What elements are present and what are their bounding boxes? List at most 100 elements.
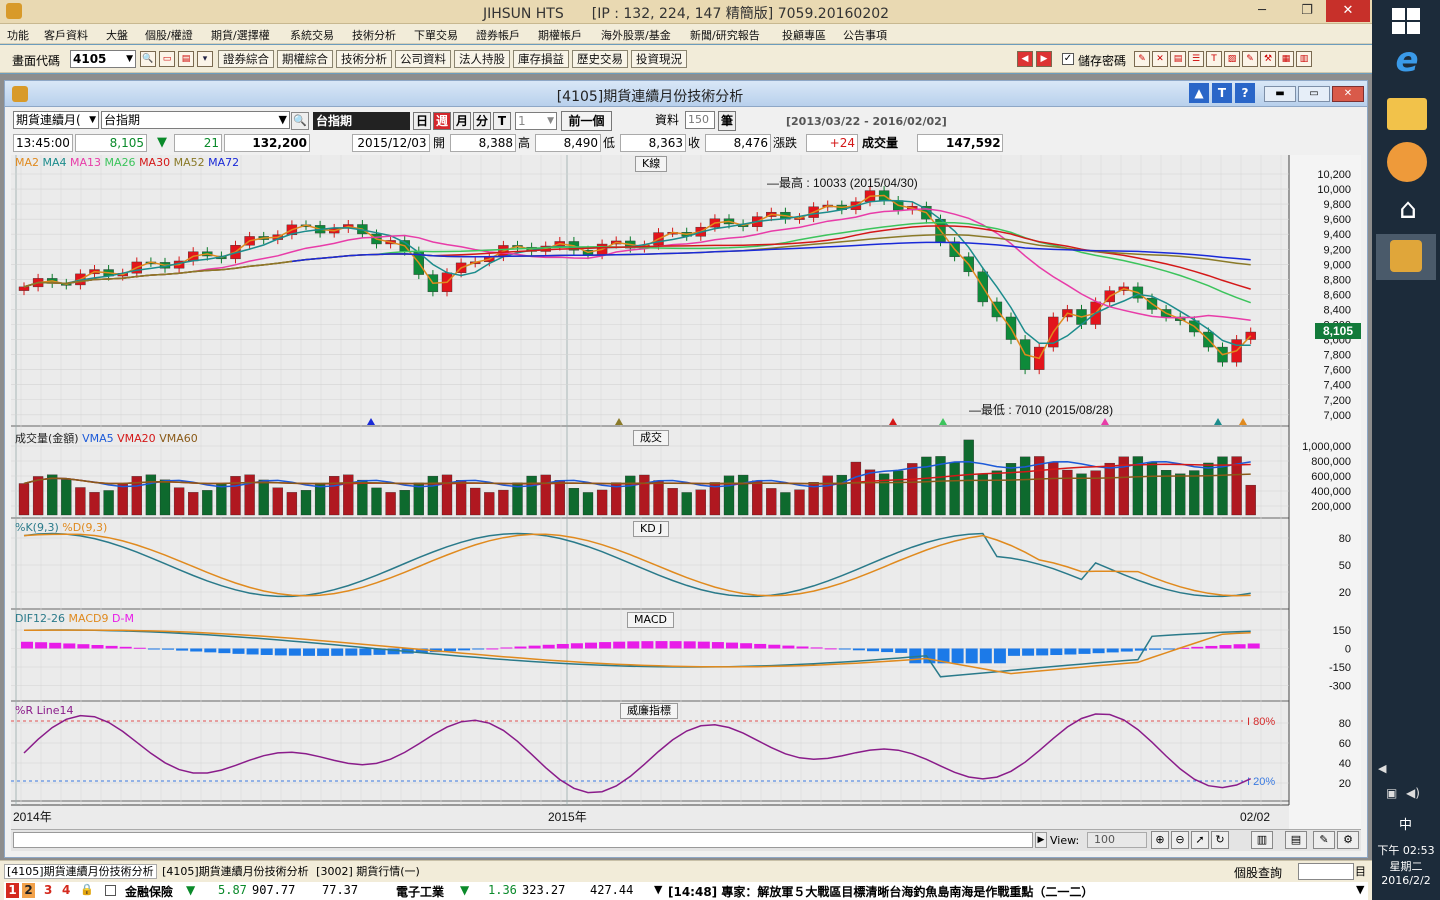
menu-item[interactable]: 功能 [7,27,29,43]
view-value-input[interactable]: 100 [1087,832,1147,848]
period-week-button[interactable]: 週 [433,112,451,130]
window-tab[interactable]: [4105]期貨連續月份技術分析 [160,865,311,878]
back-icon[interactable]: ◀ [1017,51,1033,67]
chart-scrollbar[interactable] [13,832,1033,848]
pen-icon[interactable]: ✎ [1134,51,1150,67]
layout-icon[interactable]: ▤ [1285,831,1307,849]
menu-item[interactable]: 期貨/選擇權 [211,27,270,43]
tech-chart[interactable]: 10,200 10,000 9,800 9,600 9,400 9,200 9,000 8,8… [11,155,1361,829]
period-day-button[interactable]: 日 [413,112,431,130]
menu-item[interactable]: 公告事項 [843,27,887,43]
ticker-checkbox[interactable] [105,885,116,896]
inventory-pnl-button[interactable]: 庫存損益 [513,50,569,68]
period-tick-button[interactable]: T [493,112,511,130]
close-button[interactable]: ✕ [1326,0,1370,22]
clock-time[interactable]: 下午 02:53 [1372,842,1440,858]
data-count-input[interactable]: 150 [685,111,715,129]
dropdown-icon[interactable]: ▾ [197,51,213,67]
cancel-icon[interactable]: ✕ [1152,51,1168,67]
help-icon[interactable]: ? [1235,83,1255,103]
refresh-icon[interactable]: ↻ [1211,831,1229,849]
restore-button[interactable]: ❐ [1285,0,1329,22]
page-num[interactable]: 4 [62,883,70,897]
data-unit-button[interactable]: 筆 [718,111,736,131]
ie-icon[interactable]: e [1382,40,1432,86]
menu-item[interactable]: 技術分析 [352,27,396,43]
prev-button[interactable]: 前一個 [561,111,612,131]
child-restore-button[interactable]: ▭ [1298,86,1330,102]
history-trades-button[interactable]: 歷史交易 [572,50,628,68]
menu-item[interactable]: 期權帳戶 [538,27,582,43]
news-dropdown-icon[interactable]: ▼ [1356,883,1364,896]
page-num[interactable]: 1 [6,883,19,898]
chart-type-icon[interactable]: ▥ [1251,831,1273,849]
edit-icon[interactable]: ✎ [1242,51,1258,67]
folder-icon[interactable] [1387,98,1427,130]
menu-item[interactable]: 個股/權證 [145,27,193,43]
period-value-select[interactable]: 1 ▼ [515,112,557,130]
product-input[interactable]: 台指期 ▼ [101,111,290,129]
screen-code-input[interactable]: 4105 ▼ [70,50,136,68]
cursor-icon[interactable]: ➚ [1191,831,1209,849]
zoom-out-icon[interactable]: ⊖ [1171,831,1189,849]
page-num[interactable]: 3 [44,883,52,897]
institutional-holdings-button[interactable]: 法人持股 [454,50,510,68]
product-type-select[interactable]: 期貨連續月(▼ [13,111,99,129]
windows-start-icon[interactable] [1392,8,1422,34]
period-minute-button[interactable]: 分 [473,112,491,130]
tools-icon[interactable]: ⚒ [1260,51,1276,67]
up-arrow-icon[interactable]: ▲ [1189,83,1209,103]
tray-arrow-icon[interactable]: ◀ [1378,762,1386,775]
list-icon[interactable]: ☰ [1188,51,1204,67]
scroll-right-icon[interactable]: ▶ [1035,832,1047,848]
ticker-dropdown-icon[interactable]: ▼ [654,883,662,896]
period-month-button[interactable]: 月 [453,112,471,130]
news-headline[interactable]: [14:48] 專家：解放軍５大戰區目標清晰台海釣魚島南海是作戰重點（二一二） [668,883,1093,900]
child-close-button[interactable]: ✕ [1332,86,1364,102]
stock-query-button[interactable]: 目 [1355,863,1369,880]
minimize-button[interactable]: ─ [1240,0,1284,22]
search-icon[interactable]: 🔍 [140,51,156,67]
lock-icon[interactable]: 🔒 [80,883,94,896]
settings-gear-icon[interactable]: ⚙ [1337,831,1359,849]
page-num[interactable]: 2 [22,883,35,898]
macd-bar [1247,643,1260,649]
image-icon[interactable]: ▨ [1224,51,1240,67]
tech-analysis-button[interactable]: 技術分析 [336,50,392,68]
paint-icon[interactable] [1387,142,1427,182]
menu-item[interactable]: 投顧專區 [782,27,826,43]
text-icon[interactable]: T [1206,51,1222,67]
window-tab[interactable]: [3002] 期貨行情(一) [314,865,422,878]
network-icon[interactable]: ▣ [1386,786,1397,800]
menu-item[interactable]: 證券帳戶 [476,27,520,43]
forward-icon[interactable]: ▶ [1036,51,1052,67]
investment-status-button[interactable]: 投資現況 [631,50,687,68]
company-info-button[interactable]: 公司資料 [395,50,451,68]
ime-indicator[interactable]: 中 [1399,814,1412,833]
home-icon[interactable]: ⌂ [1390,195,1426,223]
product-search-icon[interactable]: 🔍 [291,112,309,130]
menu-item[interactable]: 新聞/研究報告 [690,27,760,43]
volume-icon[interactable]: ◀) [1406,786,1420,800]
volume-bar [611,482,622,516]
print-icon[interactable]: ▤ [178,51,194,67]
sheet-icon[interactable]: ▥ [1296,51,1312,67]
doc-icon[interactable]: ▤ [1170,51,1186,67]
stock-query-input[interactable] [1298,863,1354,880]
futures-summary-button[interactable]: 期權綜合 [277,50,333,68]
window-icon[interactable]: ▭ [159,51,175,67]
jihsun-app-icon[interactable] [1376,234,1436,280]
menu-item[interactable]: 大盤 [106,27,128,43]
menu-item[interactable]: 下單交易 [414,27,458,43]
menu-item[interactable]: 海外股票/基金 [601,27,671,43]
window-tab[interactable]: [4105]期貨連續月份技術分析 [4,864,157,879]
grid-icon[interactable]: ▦ [1278,51,1294,67]
menu-item[interactable]: 客戶資料 [44,27,88,43]
save-password-checkbox[interactable]: ✓ [1062,53,1074,65]
draw-pen-icon[interactable]: ✎ [1313,831,1335,849]
child-minimize-button[interactable]: ▬ [1264,86,1296,102]
menu-item[interactable]: 系統交易 [290,27,334,43]
text-t-icon[interactable]: T [1212,83,1232,103]
zoom-in-icon[interactable]: ⊕ [1151,831,1169,849]
securities-summary-button[interactable]: 證券綜合 [218,50,274,68]
